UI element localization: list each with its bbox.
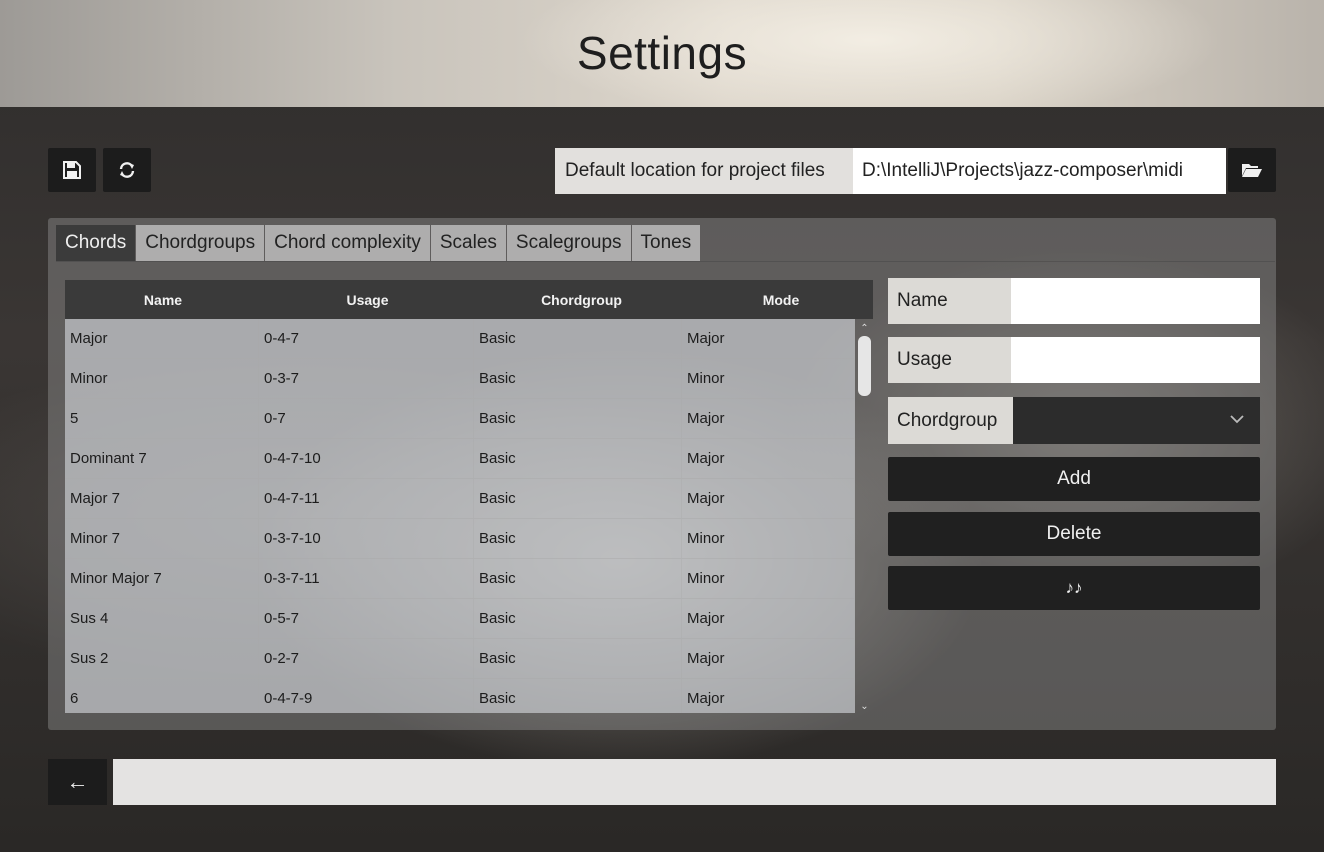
column-header-chordgroup[interactable]: Chordgroup	[474, 280, 689, 319]
tab-divider	[56, 261, 1275, 262]
table-row[interactable]: Minor 0-3-7 Basic Minor	[65, 359, 855, 399]
cell-usage: 0-3-7-10	[259, 519, 474, 558]
cell-name: Dominant 7	[65, 439, 259, 478]
table-row[interactable]: Minor Major 7 0-3-7-11 Basic Minor	[65, 559, 855, 599]
name-field[interactable]	[1011, 278, 1260, 324]
cell-chordgroup: Basic	[474, 559, 682, 598]
default-location-input[interactable]	[853, 148, 1226, 194]
cell-usage: 0-4-7	[259, 319, 474, 358]
back-button[interactable]: ←	[48, 759, 107, 805]
usage-field[interactable]	[1011, 337, 1260, 383]
cell-name: 5	[65, 399, 259, 438]
cell-chordgroup: Basic	[474, 639, 682, 678]
cell-mode: Minor	[682, 559, 855, 598]
cell-usage: 0-5-7	[259, 599, 474, 638]
music-notes-icon: ♪♪	[1065, 578, 1083, 597]
folder-open-icon	[1242, 164, 1262, 177]
cell-name: Sus 2	[65, 639, 259, 678]
cell-mode: Major	[682, 639, 855, 678]
arrow-left-icon: ←	[66, 769, 89, 794]
default-location-label: Default location for project files	[555, 148, 853, 194]
tab-scalegroups[interactable]: Scalegroups	[506, 225, 631, 261]
table-row[interactable]: 5 0-7 Basic Major	[65, 399, 855, 439]
cell-chordgroup: Basic	[474, 519, 682, 558]
table-row[interactable]: Sus 2 0-2-7 Basic Major	[65, 639, 855, 679]
usage-label: Usage	[888, 337, 1011, 383]
column-header-name[interactable]: Name	[65, 280, 261, 319]
tab-bar: Chords Chordgroups Chord complexity Scal…	[56, 225, 701, 261]
column-header-usage[interactable]: Usage	[261, 280, 474, 319]
save-button[interactable]	[48, 148, 96, 192]
cell-usage: 0-4-7-11	[259, 479, 474, 518]
cell-name: Minor 7	[65, 519, 259, 558]
tab-scales[interactable]: Scales	[430, 225, 506, 261]
cell-usage: 0-2-7	[259, 639, 474, 678]
table-row[interactable]: Minor 7 0-3-7-10 Basic Minor	[65, 519, 855, 559]
chordgroup-select[interactable]	[1013, 397, 1260, 444]
chevron-down-icon	[1230, 415, 1244, 424]
cell-name: Minor	[65, 359, 259, 398]
page-title: Settings	[576, 27, 748, 79]
cell-usage: 0-7	[259, 399, 474, 438]
cell-mode: Major	[682, 399, 855, 438]
table-row[interactable]: Major 0-4-7 Basic Major	[65, 319, 855, 359]
scroll-down-icon[interactable]: ⌄	[856, 699, 873, 713]
cell-chordgroup: Basic	[474, 399, 682, 438]
cell-name: Sus 4	[65, 599, 259, 638]
cell-name: Minor Major 7	[65, 559, 259, 598]
cell-mode: Major	[682, 479, 855, 518]
table-row[interactable]: Sus 4 0-5-7 Basic Major	[65, 599, 855, 639]
cell-usage: 0-3-7	[259, 359, 474, 398]
tab-chords[interactable]: Chords	[56, 225, 136, 261]
cell-chordgroup: Basic	[474, 319, 682, 358]
scroll-up-icon[interactable]: ⌃	[856, 321, 873, 335]
cell-chordgroup: Basic	[474, 679, 682, 713]
table-row[interactable]: Dominant 7 0-4-7-10 Basic Major	[65, 439, 855, 479]
cell-mode: Major	[682, 599, 855, 638]
cell-usage: 0-4-7-10	[259, 439, 474, 478]
cell-chordgroup: Basic	[474, 359, 682, 398]
header-bar: Settings	[0, 0, 1324, 107]
table-scrollbar[interactable]: ⌃ ⌄	[856, 319, 873, 713]
chords-table: Major 0-4-7 Basic Major Minor 0-3-7 Basic Mino…	[65, 319, 855, 713]
cell-chordgroup: Basic	[474, 479, 682, 518]
cell-chordgroup: Basic	[474, 599, 682, 638]
cell-chordgroup: Basic	[474, 439, 682, 478]
cell-mode: Major	[682, 319, 855, 358]
tab-tones[interactable]: Tones	[631, 225, 701, 261]
cell-name: Major 7	[65, 479, 259, 518]
refresh-icon	[119, 162, 135, 178]
table-row[interactable]: 6 0-4-7-9 Basic Major	[65, 679, 855, 713]
table-header: Name Usage Chordgroup Mode	[65, 280, 873, 319]
chordgroup-label: Chordgroup	[888, 397, 1013, 444]
tab-chordgroups[interactable]: Chordgroups	[136, 225, 265, 261]
floppy-disk-icon	[63, 161, 81, 179]
scroll-thumb[interactable]	[858, 336, 871, 396]
add-button[interactable]: Add	[888, 457, 1260, 501]
reload-button[interactable]	[103, 148, 151, 192]
cell-usage: 0-4-7-9	[259, 679, 474, 713]
delete-button[interactable]: Delete	[888, 512, 1260, 556]
cell-mode: Minor	[682, 359, 855, 398]
column-header-mode[interactable]: Mode	[689, 280, 873, 319]
cell-mode: Major	[682, 439, 855, 478]
cell-mode: Minor	[682, 519, 855, 558]
status-bar	[113, 759, 1276, 805]
cell-usage: 0-3-7-11	[259, 559, 474, 598]
play-chord-button[interactable]: ♪♪	[888, 566, 1260, 610]
cell-mode: Major	[682, 679, 855, 713]
name-label: Name	[888, 278, 1011, 324]
table-row[interactable]: Major 7 0-4-7-11 Basic Major	[65, 479, 855, 519]
browse-folder-button[interactable]	[1228, 148, 1276, 192]
cell-name: 6	[65, 679, 259, 713]
cell-name: Major	[65, 319, 259, 358]
tab-chord-complexity[interactable]: Chord complexity	[265, 225, 430, 261]
